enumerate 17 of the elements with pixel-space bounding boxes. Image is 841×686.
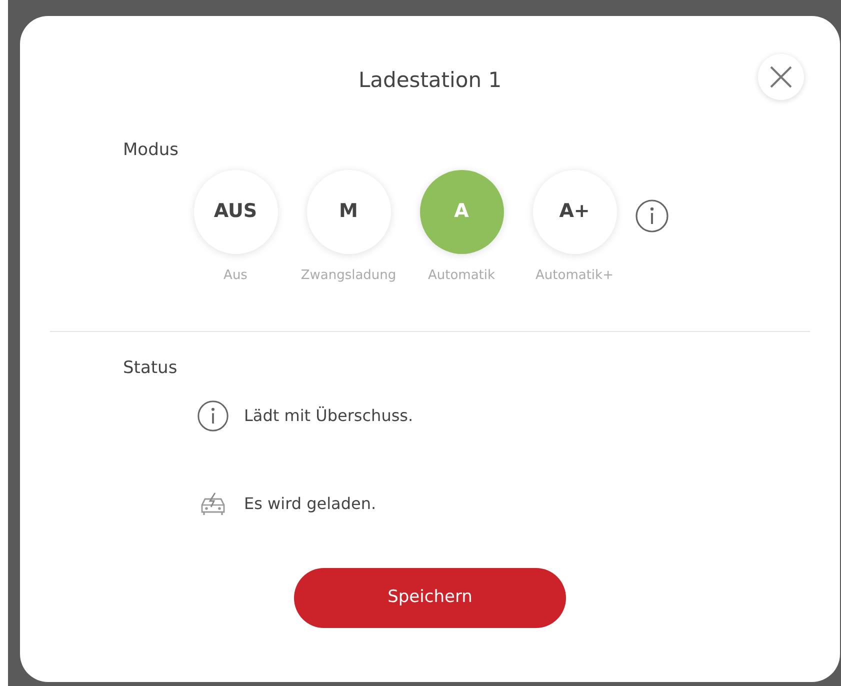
info-icon [197,400,229,432]
mode-button[interactable]: M [306,170,390,254]
status-text: Es wird geladen. [244,492,376,514]
mode-caption: Zwangsladung [300,266,396,284]
mode-caption: Aus [224,266,248,284]
mode-caption: Automatik [428,266,496,284]
close-icon [769,65,793,89]
close-button[interactable] [758,54,804,100]
save-button[interactable]: Speichern [294,568,566,628]
status-text: Lädt mit Überschuss. [244,404,414,426]
mode-button[interactable]: AUS [194,170,278,254]
section-label: Status [123,357,178,380]
section-label: Modus [123,139,180,162]
mode-button[interactable]: A+ [532,170,616,254]
info-icon [635,198,669,232]
mode-caption: Automatik+ [536,266,614,284]
dialog-title: Ladestation 1 [358,67,502,94]
